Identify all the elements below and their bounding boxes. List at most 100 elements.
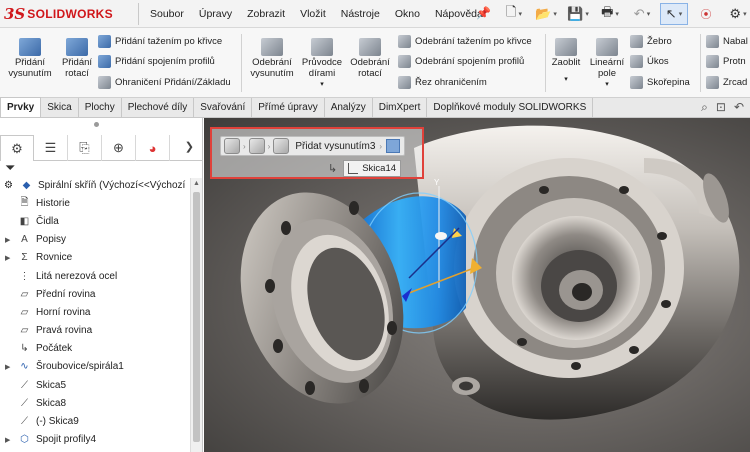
hole-wizard-button[interactable]: Průvodce dírami ▾ bbox=[299, 38, 345, 90]
wrap-icon bbox=[706, 35, 719, 48]
extruded-cut-button[interactable]: Odebrání vysunutím bbox=[248, 38, 296, 79]
previous-view-icon[interactable]: ↶ bbox=[734, 100, 744, 115]
tab-2[interactable]: Plochy bbox=[79, 98, 122, 117]
intersect-icon bbox=[706, 55, 719, 68]
linear-pattern-dropdown-icon[interactable]: ▾ bbox=[605, 79, 609, 90]
menu-item[interactable]: Zobrazit bbox=[247, 8, 285, 20]
scroll-up-icon[interactable]: ▲ bbox=[193, 180, 200, 187]
menu-item[interactable]: Vložit bbox=[300, 8, 326, 20]
tree-item[interactable]: ▱ Přední rovina bbox=[0, 285, 190, 303]
menu-item[interactable]: Soubor bbox=[150, 8, 184, 20]
property-manager-tab-icon[interactable]: ☰ bbox=[34, 135, 68, 161]
tree-scrollbar[interactable]: ▲ bbox=[190, 178, 202, 452]
tree-item-label: Skica5 bbox=[36, 379, 67, 391]
menu-item[interactable]: Nástroje bbox=[341, 8, 380, 20]
equations-icon: Σ bbox=[21, 252, 28, 264]
feature-breadcrumb-icon[interactable] bbox=[273, 138, 290, 154]
panel-grip[interactable] bbox=[94, 122, 99, 127]
tree-item[interactable]: ▶ A Popisy bbox=[0, 231, 190, 249]
rib-button[interactable]: Žebro bbox=[630, 35, 672, 48]
feature-tree-tab-icon[interactable]: ⚙ bbox=[0, 135, 34, 161]
tab-1[interactable]: Skica bbox=[41, 98, 79, 117]
tab-4[interactable]: Svařování bbox=[194, 98, 253, 117]
tree-item[interactable]: ▱ Horní rovina bbox=[0, 303, 190, 321]
zoom-to-fit-icon[interactable]: ⌕ bbox=[701, 100, 708, 115]
tab-8[interactable]: Doplňkové moduly SOLIDWORKS bbox=[427, 98, 594, 117]
fillet-button[interactable]: Zaoblit ▾ bbox=[549, 38, 583, 85]
filter-icon[interactable]: ⏷ bbox=[5, 160, 15, 176]
command-manager-tabs: Prvky Skica Plochy Plechové díly Svařování Př… bbox=[0, 97, 750, 118]
shell-button[interactable]: Skořepina bbox=[630, 76, 690, 89]
graphics-area[interactable]: Y › › Přidat vysunutím3 › ↳ Skica14 bbox=[204, 118, 750, 452]
print-icon[interactable]: 🖶 ▾ bbox=[596, 3, 624, 25]
dimxpert-manager-tab-icon[interactable]: ⊕ bbox=[102, 135, 136, 161]
extrude-boss-button[interactable]: Přidání vysunutím bbox=[8, 38, 52, 79]
tree-item[interactable]: ⟋ Skica5 bbox=[0, 376, 190, 394]
revolve-boss-button[interactable]: Přidání rotací bbox=[57, 38, 97, 79]
tree-item[interactable]: ▱ Pravá rovina bbox=[0, 322, 190, 340]
linear-pattern-button[interactable]: Lineární pole ▾ bbox=[590, 38, 624, 90]
tree-root[interactable]: ⚙ ◆ Spirální skříň (Výchozí<<Výchozí bbox=[0, 176, 190, 194]
tree-item[interactable]: ⋮ Litá nerezová ocel bbox=[0, 267, 190, 285]
hole-wizard-dropdown-icon[interactable]: ▾ bbox=[320, 79, 324, 90]
swept-boss-button[interactable]: Přidání tažením po křivce bbox=[98, 35, 222, 48]
body-breadcrumb-icon[interactable] bbox=[248, 138, 265, 154]
wrap-button[interactable]: Nabal bbox=[706, 35, 748, 48]
open-folder-icon[interactable]: 📂 ▾ bbox=[532, 3, 560, 25]
tab-0[interactable]: Prvky bbox=[0, 97, 42, 117]
tree-item[interactable]: ⟋ (-) Skica9 bbox=[0, 412, 190, 430]
revolved-cut-button[interactable]: Odebrání rotací bbox=[348, 38, 392, 79]
fillet-dropdown-icon[interactable]: ▾ bbox=[564, 74, 568, 85]
save-icon[interactable]: 💾 ▾ bbox=[564, 3, 592, 25]
tree-item[interactable]: ▶ ∿ Šroubovice/spirála1 bbox=[0, 358, 190, 376]
breadcrumb-sketch-chip[interactable]: Skica14 bbox=[343, 160, 402, 177]
select-arrow-icon[interactable]: ↖ ▾ bbox=[660, 3, 688, 25]
traffic-light-icon[interactable]: ⦿ bbox=[692, 3, 720, 25]
menu-item[interactable]: Okno bbox=[395, 8, 420, 20]
lofted-boss-button[interactable]: Přidání spojením profilů bbox=[98, 55, 215, 68]
expand-arrow-icon[interactable]: ▶ bbox=[5, 236, 10, 244]
mirror-button[interactable]: Zrcad bbox=[706, 76, 747, 89]
swept-cut-button[interactable]: Odebrání tažením po křivce bbox=[398, 35, 532, 48]
intersect-button[interactable]: Protn bbox=[706, 55, 746, 68]
lofted-cut-label: Odebrání spojením profilů bbox=[415, 56, 525, 67]
tree-item[interactable]: ▶ Σ Rovnice bbox=[0, 249, 190, 267]
tree-item[interactable]: ▶ ⬡ Spojit profily4 bbox=[0, 431, 190, 449]
helix-icon: ∿ bbox=[20, 361, 29, 373]
ribbon-divider bbox=[545, 34, 546, 92]
boundary-boss-button[interactable]: Ohraničení Přidání/Základu bbox=[98, 76, 231, 89]
material-part-icon: ◆ bbox=[22, 179, 31, 191]
menu-item[interactable]: Úpravy bbox=[199, 8, 232, 20]
face-selection-icon[interactable] bbox=[386, 139, 401, 153]
options-gear-icon[interactable]: ⚙ ▾ bbox=[724, 3, 750, 25]
configuration-manager-tab-icon[interactable]: ⎘ bbox=[68, 135, 102, 161]
new-document-icon[interactable]: 🗋 ▾ bbox=[500, 3, 528, 25]
solidworks-logo[interactable]: 3S SOLIDWORKS bbox=[4, 5, 113, 23]
expand-arrow-icon[interactable]: ▶ bbox=[5, 363, 10, 371]
tree-item[interactable]: ↳ Počátek bbox=[0, 340, 190, 358]
tree-item[interactable]: ◧ Čidla bbox=[0, 212, 190, 230]
part-breadcrumb-icon[interactable] bbox=[224, 138, 240, 154]
zoom-to-area-icon[interactable]: ⊡ bbox=[716, 100, 726, 115]
boundary-cut-button[interactable]: Řez ohraničením bbox=[398, 76, 487, 89]
tab-3[interactable]: Plechové díly bbox=[122, 98, 195, 117]
display-manager-tab-icon[interactable]: ◕ bbox=[136, 135, 170, 161]
intersect-label: Protn bbox=[723, 56, 746, 67]
draft-button[interactable]: Úkos bbox=[630, 55, 669, 68]
lofted-cut-button[interactable]: Odebrání spojením profilů bbox=[398, 55, 524, 68]
breadcrumb-feature-label[interactable]: Přidat vysunutím3 bbox=[295, 141, 375, 152]
chevron-right-icon[interactable]: ❯ bbox=[185, 140, 194, 153]
tab-7[interactable]: DimXpert bbox=[373, 98, 428, 117]
mirror-icon bbox=[706, 76, 719, 89]
tree-item-label: Litá nerezová ocel bbox=[36, 270, 118, 282]
history-icon: 🗎 bbox=[20, 196, 29, 208]
pin-icon[interactable]: 📌 bbox=[476, 6, 491, 20]
expand-arrow-icon[interactable]: ▶ bbox=[5, 254, 10, 262]
tab-5[interactable]: Přímé úpravy bbox=[252, 98, 325, 117]
tree-item[interactable]: 🗎 Historie bbox=[0, 194, 190, 212]
tree-item[interactable]: ⟋ Skica8 bbox=[0, 394, 190, 412]
expand-arrow-icon[interactable]: ▶ bbox=[5, 436, 10, 444]
scrollbar-thumb[interactable] bbox=[193, 192, 200, 442]
undo-icon[interactable]: ↶ ▾ bbox=[628, 3, 656, 25]
tab-6[interactable]: Analýzy bbox=[325, 98, 373, 117]
